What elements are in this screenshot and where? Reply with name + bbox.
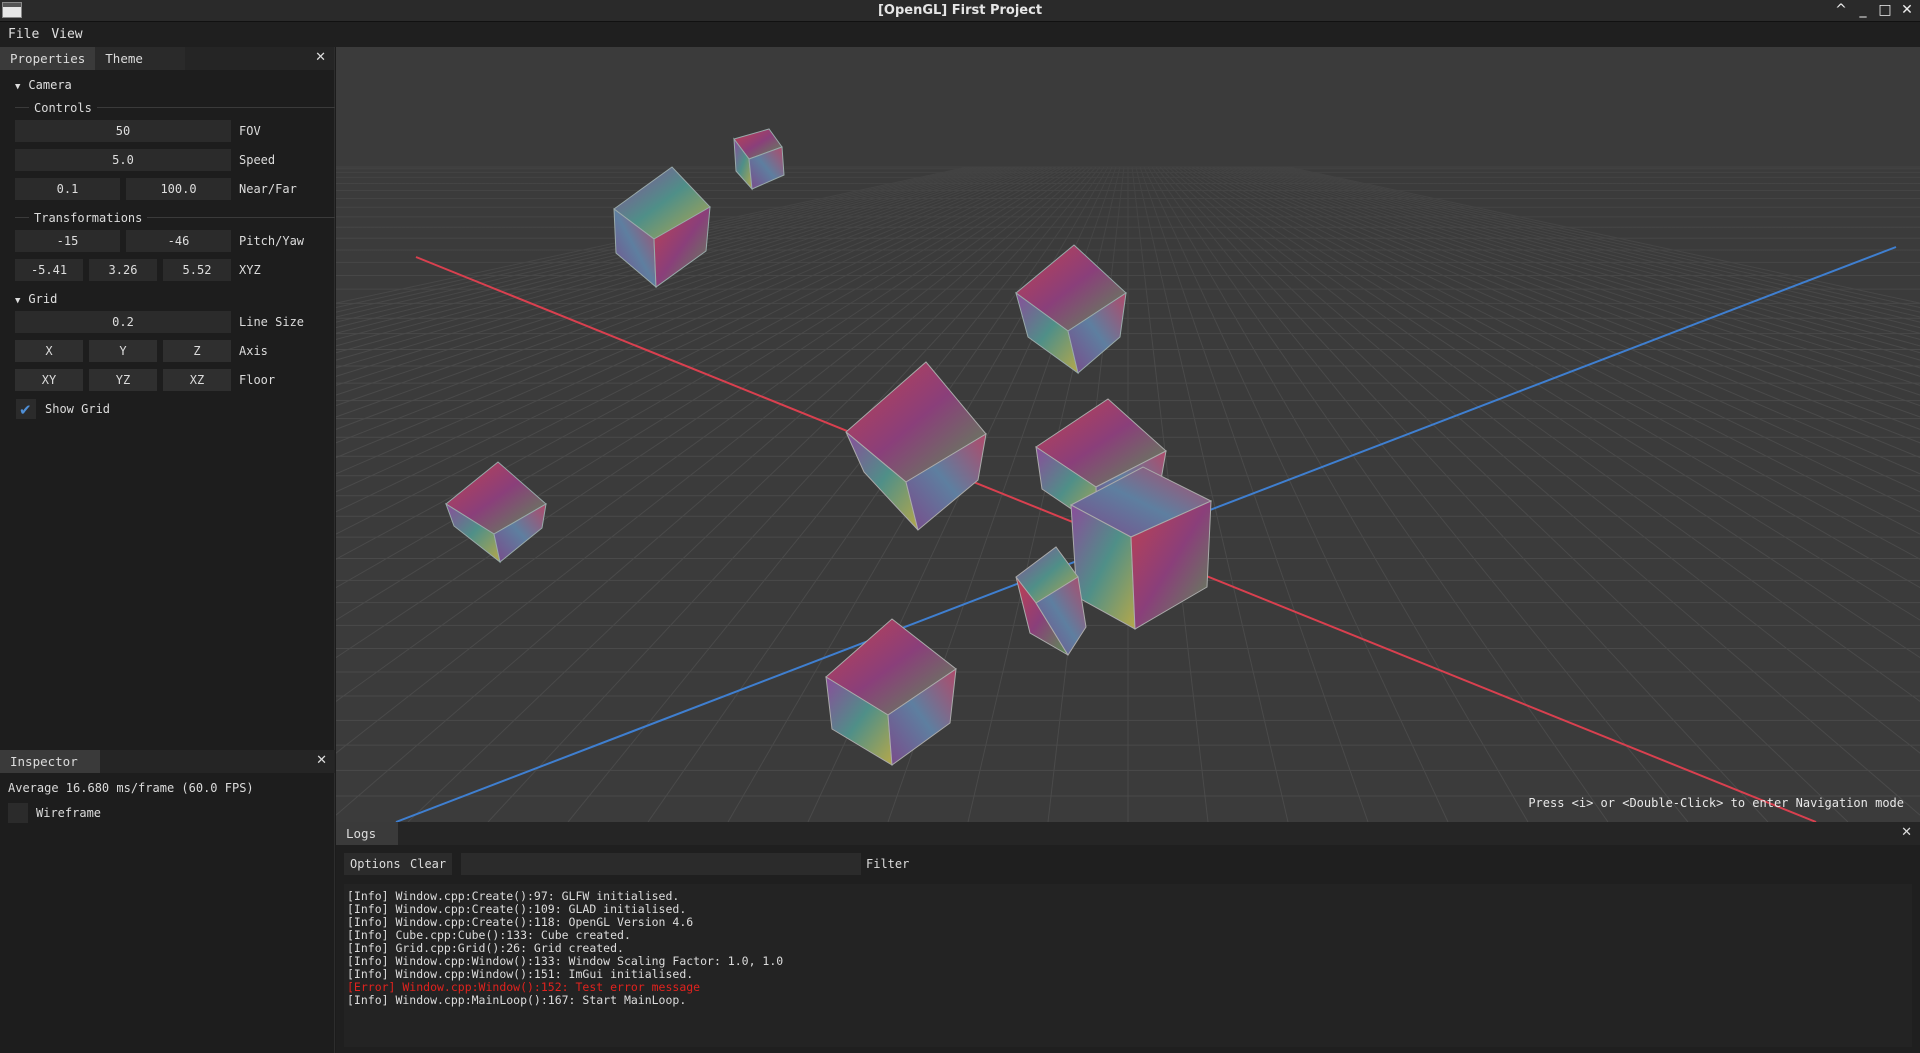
cube [445, 461, 547, 564]
logs-tab-bar: Logs ✕ [336, 822, 1920, 845]
maximize-button[interactable]: □ [1878, 1, 1892, 19]
near-input[interactable]: 0.1 [15, 178, 120, 200]
axis-label: Axis [239, 344, 268, 358]
close-panel-icon[interactable]: ✕ [315, 50, 326, 65]
yaw-input[interactable]: -46 [126, 230, 231, 252]
floor-xy-button[interactable]: XY [15, 369, 83, 391]
scene-canvas [336, 47, 1920, 822]
checkmark-icon: ✔ [19, 401, 32, 419]
filter-label: Filter [866, 857, 910, 871]
show-grid-checkbox[interactable]: ✔ [16, 399, 36, 419]
inspector-tab-bar: Inspector ✕ [0, 750, 335, 773]
expand-arrow-icon: ▼ [15, 82, 21, 92]
options-button[interactable]: Options [344, 853, 407, 875]
x-input[interactable]: -5.41 [15, 259, 83, 281]
fov-input[interactable]: 50 [15, 120, 231, 142]
floor-yz-button[interactable]: YZ [89, 369, 157, 391]
filter-input[interactable] [461, 853, 861, 875]
close-logs-icon[interactable]: ✕ [1901, 825, 1912, 840]
expand-arrow-icon: ▼ [15, 296, 21, 306]
menu-file[interactable]: File [8, 27, 39, 42]
far-input[interactable]: 100.0 [126, 178, 231, 200]
transformations-separator: Transformations [15, 211, 335, 225]
axis-y-button[interactable]: Y [89, 340, 157, 362]
cube [845, 361, 987, 531]
tab-theme[interactable]: Theme [95, 47, 186, 70]
left-panel: Properties Theme ✕ ▼ Camera Controls 50 F… [0, 47, 335, 1053]
inspector-panel: Inspector ✕ Average 16.680 ms/frame (60.… [0, 750, 335, 1053]
line-size-label: Line Size [239, 315, 305, 329]
line-size-input[interactable]: 0.2 [15, 311, 231, 333]
logs-panel: Logs ✕ Options Clear Filter [Info] Windo… [336, 822, 1920, 1053]
close-inspector-icon[interactable]: ✕ [316, 753, 327, 768]
frame-stats: Average 16.680 ms/frame (60.0 FPS) [8, 781, 254, 795]
wireframe-label: Wireframe [36, 806, 102, 820]
minimize-button[interactable]: _ [1856, 1, 1870, 19]
window-title: [OpenGL] First Project [877, 3, 1043, 18]
tab-properties[interactable]: Properties [0, 47, 96, 70]
3d-viewport[interactable]: Press <i> or <Double-Click> to enter Nav… [336, 47, 1920, 822]
controls-separator: Controls [15, 101, 335, 115]
pitch-input[interactable]: -15 [15, 230, 120, 252]
y-input[interactable]: 3.26 [89, 259, 157, 281]
xyz-label: XYZ [239, 263, 261, 277]
clear-button[interactable]: Clear [404, 853, 453, 875]
near-far-label: Near/Far [239, 182, 297, 196]
grid-fade [336, 47, 1920, 347]
axis-z-button[interactable]: Z [163, 340, 231, 362]
grid-tree-node[interactable]: ▼ Grid [15, 292, 57, 306]
menu-bar: File View [0, 22, 1920, 47]
log-output[interactable]: [Info] Window.cpp:Create():97: GLFW init… [344, 884, 1912, 1047]
camera-tree-node[interactable]: ▼ Camera [15, 78, 72, 92]
pitch-yaw-label: Pitch/Yaw [239, 234, 305, 248]
properties-tab-bar: Properties Theme ✕ [0, 47, 334, 70]
speed-label: Speed [239, 153, 276, 167]
z-input[interactable]: 5.52 [163, 259, 231, 281]
menu-view[interactable]: View [51, 27, 82, 42]
title-bar: [OpenGL] First Project ^ _ □ ✕ [0, 0, 1920, 22]
show-grid-label: Show Grid [45, 402, 111, 416]
log-line: [Info] Window.cpp:MainLoop():167: Start … [347, 993, 687, 1007]
wireframe-checkbox[interactable] [8, 803, 28, 823]
speed-input[interactable]: 5.0 [15, 149, 231, 171]
properties-body: ▼ Camera Controls 50 FOV 5.0 Speed 0.1 10… [0, 70, 335, 750]
axis-x-button[interactable]: X [15, 340, 83, 362]
floor-label: Floor [239, 373, 276, 387]
tab-logs[interactable]: Logs [336, 822, 398, 845]
logs-toolbar: Options Clear Filter [336, 845, 1920, 881]
shade-button[interactable]: ^ [1834, 1, 1848, 19]
fov-label: FOV [239, 124, 261, 138]
floor-xz-button[interactable]: XZ [163, 369, 231, 391]
cube [825, 618, 957, 766]
tab-inspector[interactable]: Inspector [0, 750, 100, 773]
navigation-hint: Press <i> or <Double-Click> to enter Nav… [1528, 796, 1904, 810]
close-window-button[interactable]: ✕ [1900, 1, 1914, 19]
